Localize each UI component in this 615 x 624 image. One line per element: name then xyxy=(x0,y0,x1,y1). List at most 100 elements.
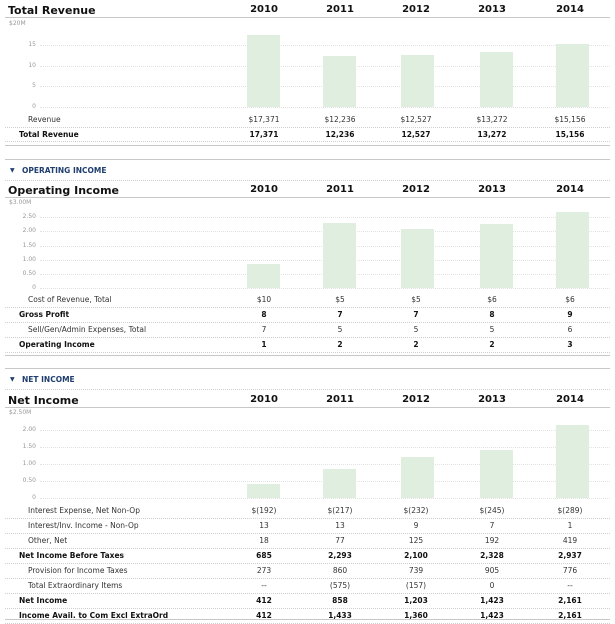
cell-value: $12,527 xyxy=(400,115,432,124)
cell-value: 17,371 xyxy=(249,129,279,139)
row-label: Other, Net xyxy=(28,536,68,545)
year-header: 2011 xyxy=(326,394,354,405)
cell-value: $6 xyxy=(487,295,497,304)
chart-bar xyxy=(323,222,356,288)
cell-value: 13,272 xyxy=(477,129,507,139)
section-title: Total Revenue xyxy=(8,4,96,17)
row-divider xyxy=(5,548,610,549)
cell-value: 3 xyxy=(567,340,573,349)
cell-value: 8 xyxy=(261,310,267,319)
row-label: Net Income Before Taxes xyxy=(19,551,125,560)
cell-value: $5 xyxy=(411,295,421,304)
year-header: 2014 xyxy=(556,394,584,405)
year-header: 2012 xyxy=(402,184,430,195)
row-label: Revenue xyxy=(28,115,61,124)
cell-value: 9 xyxy=(413,521,419,530)
gridline xyxy=(40,217,610,219)
row-divider xyxy=(5,533,610,534)
divider xyxy=(5,180,610,181)
cell-value: 905 xyxy=(484,566,500,575)
year-header: 2014 xyxy=(556,184,584,195)
chart-bar xyxy=(480,449,513,498)
section-header[interactable]: OPERATING INCOME xyxy=(22,166,106,175)
row-divider xyxy=(5,337,610,338)
cell-value: -- xyxy=(567,581,573,590)
section-header[interactable]: NET INCOME xyxy=(22,375,75,384)
year-header: 2014 xyxy=(556,4,584,15)
chart-bar xyxy=(401,228,434,288)
year-header: 2011 xyxy=(326,184,354,195)
cell-value: 2 xyxy=(489,340,495,349)
cell-value: 2,293 xyxy=(328,551,352,560)
axis-tick-label: 1.00 xyxy=(22,460,36,467)
collapse-triangle-icon[interactable]: ▼ xyxy=(10,167,15,174)
cell-value: 5 xyxy=(337,325,343,334)
chart-bar xyxy=(556,211,589,288)
divider xyxy=(5,619,610,620)
cell-value: 6 xyxy=(567,325,573,334)
cell-value: 18 xyxy=(259,536,269,545)
cell-value: 12,527 xyxy=(401,129,431,139)
chart-bar xyxy=(247,263,280,288)
cell-value: 7 xyxy=(413,310,419,319)
row-divider xyxy=(5,322,610,323)
cell-value: 7 xyxy=(489,521,495,530)
cell-value: -- xyxy=(261,581,267,590)
gridline xyxy=(40,447,610,448)
axis-tick-label: 2.00 xyxy=(22,227,36,235)
cell-value: 1 xyxy=(567,521,573,530)
cell-value: $(217) xyxy=(327,506,353,515)
cell-value: $(192) xyxy=(251,506,277,515)
row-divider xyxy=(5,578,610,579)
divider xyxy=(5,197,610,198)
chart-bar xyxy=(247,34,280,107)
cell-value: 7 xyxy=(337,310,343,319)
cell-value: 15,156 xyxy=(555,129,585,139)
axis-tick-label: 10 xyxy=(28,61,36,69)
divider xyxy=(5,17,610,18)
year-header: 2012 xyxy=(402,394,430,405)
cell-value: $5 xyxy=(335,295,345,304)
divider xyxy=(5,368,610,369)
chart-bar xyxy=(401,55,434,107)
cell-value: 739 xyxy=(408,566,424,575)
year-header: 2010 xyxy=(250,4,278,15)
row-divider xyxy=(5,307,610,308)
divider xyxy=(5,407,610,408)
cell-value: 2,100 xyxy=(404,551,428,560)
cell-value: 1 xyxy=(261,340,267,349)
year-header: 2011 xyxy=(326,4,354,15)
chart-bar xyxy=(556,424,589,498)
gridline xyxy=(40,107,610,108)
axis-tick-label: 0.50 xyxy=(22,477,36,484)
row-divider xyxy=(5,608,610,609)
chart-bar xyxy=(323,468,356,498)
collapse-triangle-icon[interactable]: ▼ xyxy=(10,376,15,383)
axis-tick-label: 1.50 xyxy=(22,241,36,249)
cell-value: 685 xyxy=(256,551,272,560)
chart-bar xyxy=(401,457,434,498)
cell-value: 8 xyxy=(489,310,495,319)
cell-value: $17,371 xyxy=(248,115,280,124)
chart-bar xyxy=(323,56,356,107)
cell-value: $15,156 xyxy=(554,115,586,124)
year-header: 2013 xyxy=(478,184,506,195)
cell-value: 2,937 xyxy=(558,551,582,560)
cell-value: 77 xyxy=(335,536,345,545)
row-label: Total Revenue xyxy=(19,129,79,139)
axis-tick-label: 5 xyxy=(32,82,36,90)
cell-value: 860 xyxy=(332,566,348,575)
year-header: 2013 xyxy=(478,4,506,15)
gridline xyxy=(40,44,610,46)
chart-bar xyxy=(480,224,513,288)
cell-value: 1,423 xyxy=(480,596,504,605)
row-label: Operating Income xyxy=(19,340,95,349)
divider xyxy=(5,159,610,160)
axis-tick-label: 2.50 xyxy=(22,213,36,221)
year-header: 2010 xyxy=(250,394,278,405)
axis-tick-label: $3.00M xyxy=(9,199,32,206)
year-header: 2013 xyxy=(478,394,506,405)
axis-tick-label: 15 xyxy=(28,40,36,48)
row-label: Provision for Income Taxes xyxy=(28,566,128,575)
cell-value: 419 xyxy=(562,536,578,545)
